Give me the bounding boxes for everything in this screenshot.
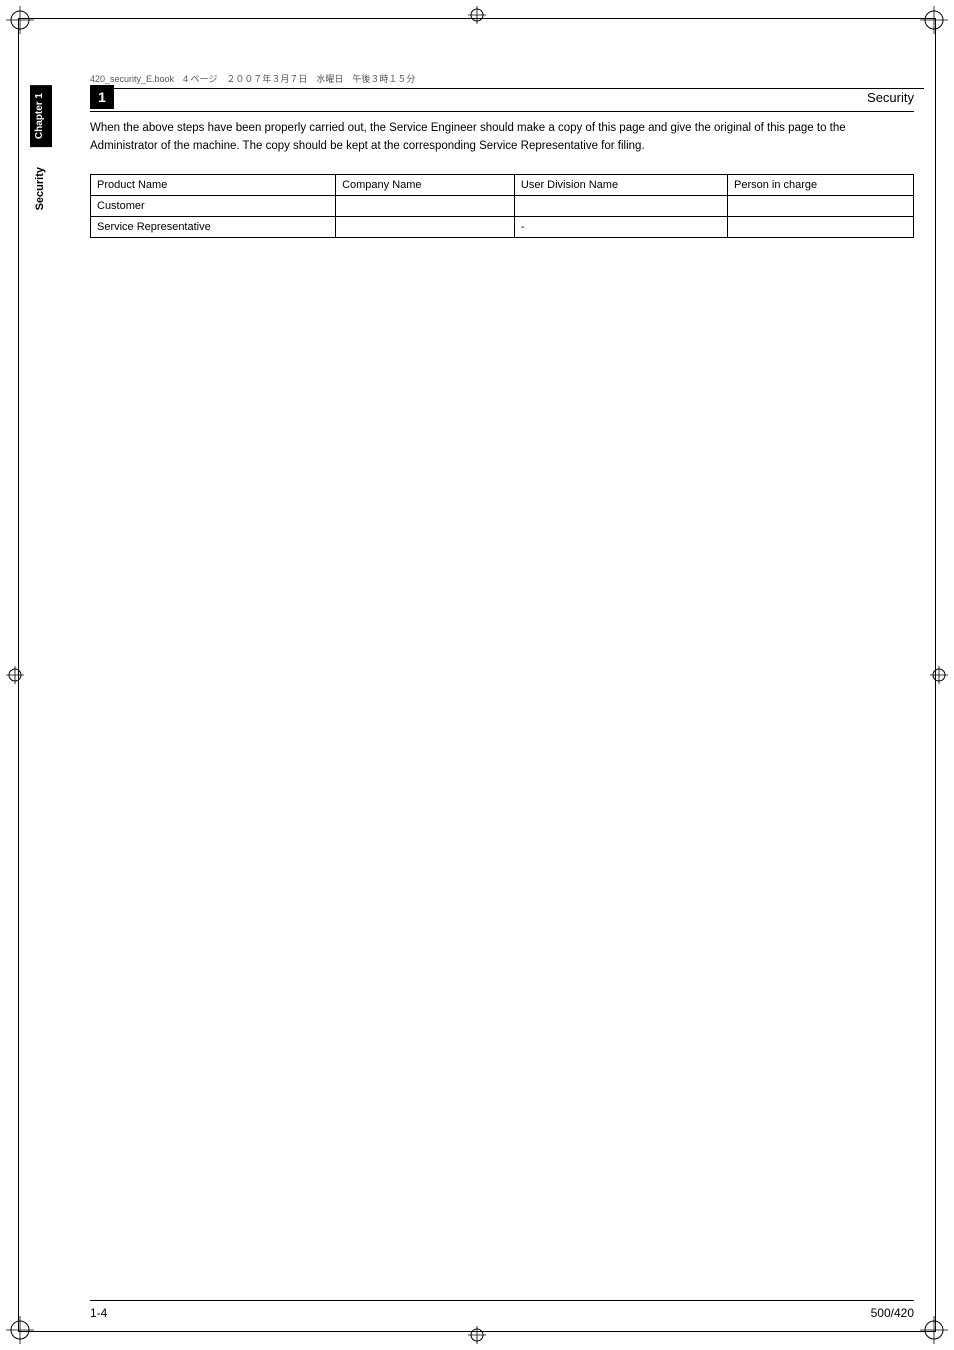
chapter-number-box: 1 [90,85,114,109]
mid-mark-left [6,666,24,684]
corner-mark-br [920,1316,948,1344]
info-table: Product Name Company Name User Division … [90,174,914,238]
row2-col4 [727,216,913,237]
left-sidebar: Chapter 1 Security [30,85,80,1270]
main-content: When the above steps have been properly … [90,120,914,238]
body-paragraph: When the above steps have been properly … [90,120,914,156]
col-header-user-division: User Division Name [514,174,727,195]
chapter-label: Chapter 1 [30,85,52,147]
product-number: 500/420 [871,1306,914,1320]
mid-mark-bottom [468,1326,486,1344]
corner-mark-bl [6,1316,34,1344]
mid-mark-right [930,666,948,684]
section-rule [90,111,914,112]
header-file-info: 420_security_E.book 4 ページ ２００７年３月７日 水曜日 … [90,72,924,89]
security-sidebar-label: Security [30,159,52,218]
row1-col4 [727,195,913,216]
col-header-person-in-charge: Person in charge [727,174,913,195]
footer: 1-4 500/420 [90,1300,914,1320]
row2-col3: - [514,216,727,237]
page-title: Security [867,90,914,105]
mid-mark-top [468,6,486,24]
corner-mark-tr [920,6,948,34]
row2-col2 [336,216,515,237]
row1-col2 [336,195,515,216]
col-header-company-name: Company Name [336,174,515,195]
table-header-row: Product Name Company Name User Division … [91,174,914,195]
row2-col1: Service Representative [91,216,336,237]
row1-col3 [514,195,727,216]
page-number: 1-4 [90,1306,107,1320]
corner-mark-tl [6,6,34,34]
row1-col1: Customer [91,195,336,216]
col-header-product-name: Product Name [91,174,336,195]
table-row: Customer [91,195,914,216]
table-row: Service Representative - [91,216,914,237]
